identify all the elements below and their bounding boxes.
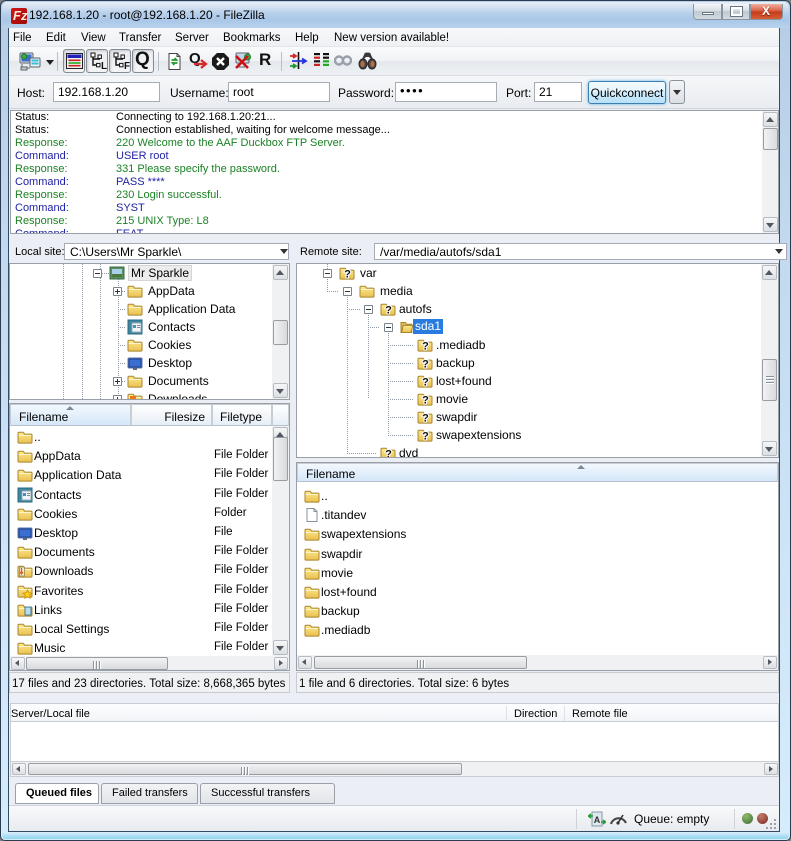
- svg-text:A: A: [594, 815, 601, 825]
- svg-text:L: L: [101, 61, 107, 71]
- svg-text:F: F: [124, 61, 130, 71]
